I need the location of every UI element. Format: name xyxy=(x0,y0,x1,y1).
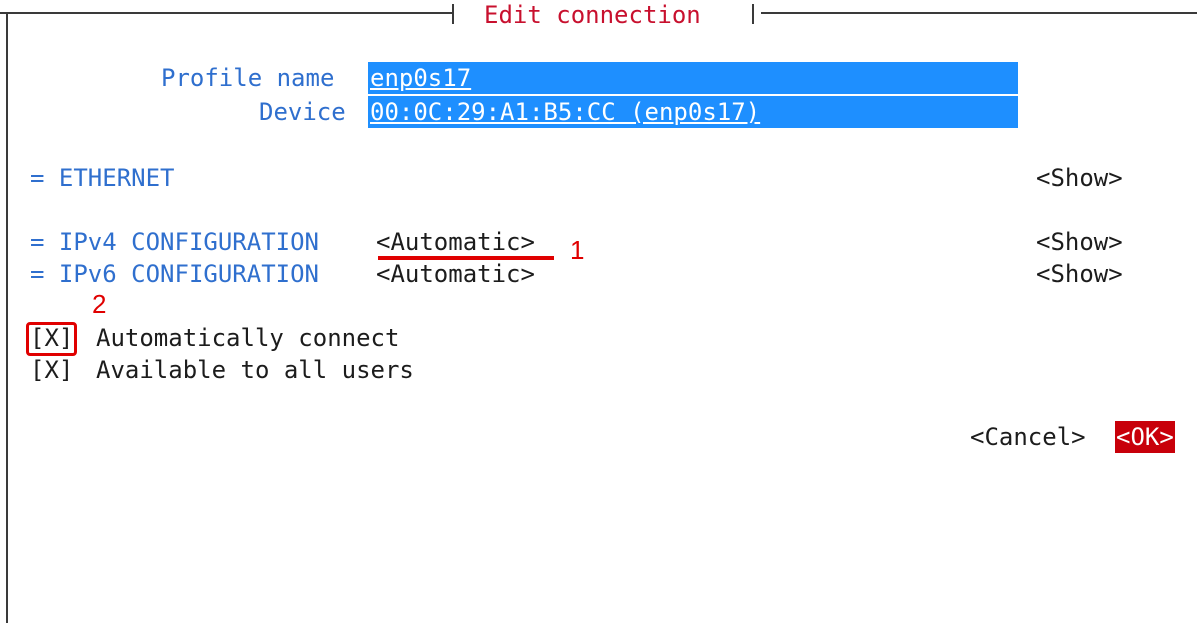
ok-button[interactable]: <OK> xyxy=(1115,421,1175,453)
all-users-checkbox[interactable]: [X] xyxy=(30,354,73,386)
device-label: Device xyxy=(259,98,346,126)
ipv4-show-button[interactable]: <Show> xyxy=(1036,226,1123,258)
device-field[interactable]: 00:0C:29:A1:B5:CC (enp0s17) xyxy=(368,96,1018,128)
device-value: 00:0C:29:A1:B5:CC (enp0s17) xyxy=(370,98,761,126)
ethernet-show-button[interactable]: <Show> xyxy=(1036,162,1123,194)
dialog-border-top-right xyxy=(761,12,1197,14)
dialog-border-title-right xyxy=(752,4,754,24)
ethernet-section-label: = ETHERNET xyxy=(30,164,175,192)
ipv4-section-label: = IPv4 CONFIGURATION xyxy=(30,228,319,256)
dialog-title: Edit connection xyxy=(484,1,701,29)
ipv6-section-label: = IPv6 CONFIGURATION xyxy=(30,260,319,288)
dialog-border-top-left xyxy=(0,12,452,14)
ipv4-mode-button[interactable]: <Automatic> xyxy=(376,226,535,258)
cancel-button[interactable]: <Cancel> xyxy=(970,421,1086,453)
profile-name-value: enp0s17 xyxy=(370,64,472,92)
profile-name-field[interactable]: enp0s17 xyxy=(368,62,1018,94)
all-users-label: Available to all users xyxy=(96,356,414,384)
annotation-underline xyxy=(378,256,554,260)
dialog-border-title-left xyxy=(452,4,454,24)
profile-name-label: Profile name xyxy=(161,64,335,92)
annotation-marker-1: 1 xyxy=(570,235,585,265)
auto-connect-label: Automatically connect xyxy=(96,324,400,352)
annotation-marker-2: 2 xyxy=(92,289,107,319)
ipv6-mode-button[interactable]: <Automatic> xyxy=(376,258,535,290)
ipv6-show-button[interactable]: <Show> xyxy=(1036,258,1123,290)
annotation-highlight-box xyxy=(26,322,77,356)
dialog-border-left xyxy=(6,12,8,623)
